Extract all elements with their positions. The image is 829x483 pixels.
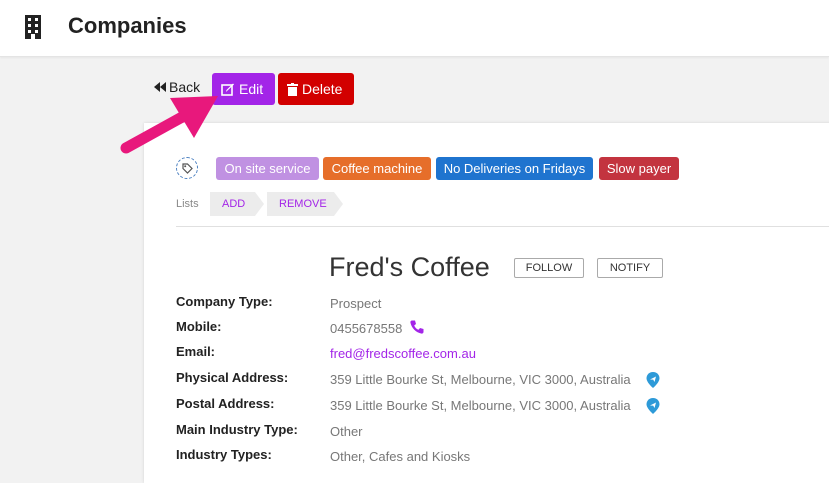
delete-button[interactable]: Delete <box>278 73 354 105</box>
follow-button[interactable]: FOLLOW <box>514 258 584 278</box>
edit-label: Edit <box>239 81 264 97</box>
main-industry-type-value: Other <box>330 424 363 439</box>
postal-address-value: 359 Little Bourke St, Melbourne, VIC 300… <box>330 398 631 413</box>
add-to-list-button[interactable]: ADD <box>210 192 264 216</box>
building-icon <box>25 15 41 39</box>
industry-types-value: Other, Cafes and Kiosks <box>330 449 471 464</box>
top-bar: Companies <box>0 0 829 57</box>
trash-icon <box>287 82 298 96</box>
page-title: Companies <box>68 13 187 38</box>
delete-label: Delete <box>302 81 343 97</box>
email-label: Email: <box>176 344 216 359</box>
tag-on-site-service[interactable]: On site service <box>216 157 319 180</box>
industry-types-label: Industry Types: <box>176 447 272 462</box>
company-type-value: Prospect <box>330 296 382 311</box>
email-link[interactable]: fred@fredscoffee.com.au <box>330 346 476 361</box>
tag-slow-payer[interactable]: Slow payer <box>599 157 679 180</box>
notify-button[interactable]: NOTIFY <box>597 258 663 278</box>
mobile-label: Mobile: <box>176 319 222 334</box>
physical-address-label: Physical Address: <box>176 370 289 385</box>
divider <box>176 226 829 227</box>
mobile-value: 0455678558 <box>330 321 403 336</box>
main-industry-type-label: Main Industry Type: <box>176 422 298 437</box>
company-name: Fred's Coffee <box>329 252 490 282</box>
company-type-label: Company Type: <box>176 294 273 309</box>
remove-from-list-button[interactable]: REMOVE <box>267 192 343 216</box>
pointer-arrow-annotation <box>120 96 218 154</box>
map-pin-icon[interactable] <box>645 397 661 415</box>
tag-coffee-machine[interactable]: Coffee machine <box>323 157 431 180</box>
physical-address-value: 359 Little Bourke St, Melbourne, VIC 300… <box>330 372 631 387</box>
tag-icon[interactable] <box>176 157 198 179</box>
lists-label: Lists <box>176 198 199 210</box>
phone-icon[interactable] <box>409 319 425 335</box>
map-pin-icon[interactable] <box>645 371 661 389</box>
postal-address-label: Postal Address: <box>176 396 275 411</box>
tag-no-deliveries-fridays[interactable]: No Deliveries on Fridays <box>436 157 593 180</box>
